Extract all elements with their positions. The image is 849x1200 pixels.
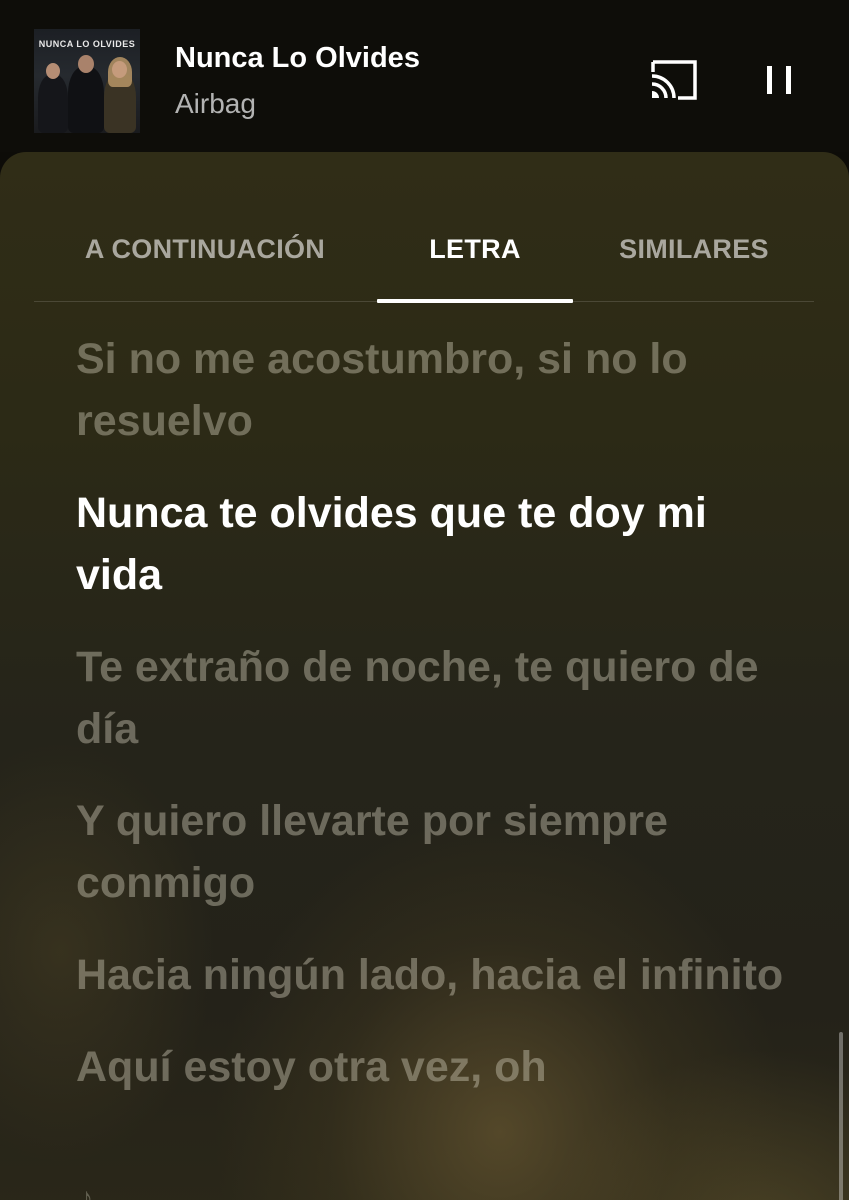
tab-related[interactable]: SIMILARES: [574, 234, 814, 302]
pause-button[interactable]: [760, 60, 800, 100]
mini-player[interactable]: NUNCA LO OLVIDES Nunca Lo Olvides Airbag: [0, 0, 849, 152]
lyric-line[interactable]: Y quiero llevarte por siempre conmigo: [76, 790, 796, 914]
album-art[interactable]: NUNCA LO OLVIDES: [34, 29, 140, 133]
now-playing-screen: NUNCA LO OLVIDES Nunca Lo Olvides Airbag: [0, 0, 849, 1200]
track-title: Nunca Lo Olvides: [175, 42, 420, 74]
lyric-line[interactable]: Aquí estoy otra vez, oh: [76, 1036, 796, 1098]
track-artist: Airbag: [175, 88, 256, 119]
lyric-line-active[interactable]: Nunca te olvides que te doy mi vida: [76, 482, 796, 606]
tab-up-next[interactable]: A CONTINUACIÓN: [34, 234, 376, 302]
content-sheet: A CONTINUACIÓN LETRA SIMILARES Si no me …: [0, 152, 849, 1200]
album-art-title: NUNCA LO OLVIDES: [38, 39, 136, 49]
lyric-line[interactable]: Te extraño de noche, te quiero de día: [76, 636, 796, 760]
selected-tab-indicator: [377, 299, 573, 303]
tab-bar: A CONTINUACIÓN LETRA SIMILARES: [34, 212, 814, 303]
music-note-icon: ♪: [80, 1182, 93, 1200]
pause-icon: [767, 66, 791, 94]
cast-button[interactable]: [648, 58, 700, 102]
lyrics-list[interactable]: Si no me acostumbro, si no lo resuelvo N…: [76, 328, 796, 1128]
lyric-line[interactable]: Hacia ningún lado, hacia el infinito: [76, 944, 796, 1006]
tab-lyrics[interactable]: LETRA: [377, 234, 573, 302]
lyric-line[interactable]: Si no me acostumbro, si no lo resuelvo: [76, 328, 796, 452]
scrollbar[interactable]: [839, 1032, 843, 1200]
cast-icon: [651, 60, 697, 100]
